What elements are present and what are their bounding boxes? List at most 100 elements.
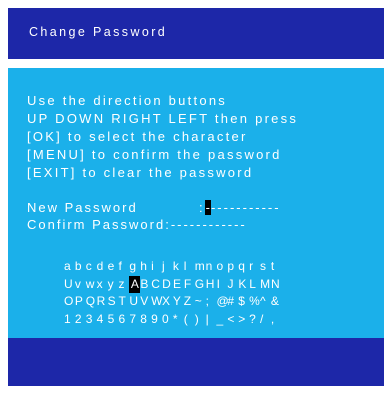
character-key[interactable]: Y — [173, 293, 184, 311]
instruction-line: [OK] to select the character — [27, 129, 248, 144]
character-key[interactable]: s — [260, 258, 271, 276]
new-password-field[interactable]: New Password:------------ — [27, 200, 281, 216]
character-key[interactable]: H — [206, 276, 217, 294]
character-key[interactable]: % — [249, 293, 260, 311]
character-key[interactable]: ^ — [260, 293, 271, 311]
character-key[interactable]: W — [151, 293, 162, 311]
character-key[interactable]: , — [271, 311, 282, 329]
character-key[interactable]: 4 — [97, 311, 108, 329]
new-password-placeholder: ----------- — [210, 200, 281, 215]
character-key[interactable]: 1 — [64, 311, 75, 329]
confirm-password-placeholder: ------------ — [170, 217, 247, 232]
character-key[interactable]: ~ — [195, 293, 206, 311]
character-key[interactable]: 7 — [129, 311, 140, 329]
character-key[interactable]: 0 — [162, 311, 173, 329]
character-key[interactable]: S — [108, 293, 119, 311]
selected-character[interactable]: A — [129, 275, 141, 293]
character-key[interactable]: U — [129, 293, 140, 311]
character-key[interactable]: N — [271, 276, 282, 294]
confirm-password-label: Confirm Password: — [27, 217, 171, 232]
character-key[interactable]: e — [108, 258, 119, 276]
osd-screen: Change Password Use the direction button… — [8, 8, 384, 386]
character-key[interactable]: I — [217, 276, 228, 294]
character-key[interactable]: m — [195, 258, 206, 276]
character-key[interactable]: > — [238, 311, 249, 329]
character-key[interactable]: ? — [249, 311, 260, 329]
character-key[interactable]: f — [118, 258, 129, 276]
character-key[interactable]: w — [86, 276, 97, 294]
character-key[interactable]: E — [173, 276, 184, 294]
character-key[interactable]: $ — [238, 293, 249, 311]
character-key[interactable]: l — [184, 258, 195, 276]
character-key[interactable]: ( — [184, 311, 195, 329]
character-key[interactable]: Q — [86, 293, 97, 311]
instruction-line: UP DOWN RIGHT LEFT then press — [27, 111, 299, 126]
character-key[interactable]: t — [271, 258, 282, 276]
character-key[interactable]: J — [227, 276, 238, 294]
character-key[interactable]: Z — [184, 293, 195, 311]
character-row: 1 2 3 4 5 6 7 8 9 0 *() | _ < >? /, — [64, 311, 282, 329]
instruction-line: [EXIT] to clear the password — [27, 165, 254, 180]
character-key[interactable]: U — [64, 276, 75, 294]
character-key[interactable]: p — [227, 258, 238, 276]
character-key[interactable]: V — [140, 293, 151, 311]
character-key[interactable]: 3 — [86, 311, 97, 329]
character-key[interactable]: v — [75, 276, 86, 294]
character-key[interactable]: b — [75, 258, 86, 276]
character-key[interactable]: & — [271, 293, 282, 311]
character-key[interactable]: h — [140, 258, 151, 276]
character-key[interactable]: g — [129, 258, 140, 276]
character-key[interactable]: # — [227, 293, 238, 311]
character-key[interactable]: 6 — [118, 311, 129, 329]
character-key[interactable]: c — [86, 258, 97, 276]
character-key[interactable]: _ — [216, 311, 227, 329]
character-key[interactable]: z — [118, 276, 129, 294]
character-key[interactable]: ; — [206, 293, 217, 311]
character-key[interactable]: D — [162, 276, 173, 294]
new-password-separator: : — [199, 200, 205, 215]
character-key[interactable]: T — [118, 293, 129, 311]
character-key[interactable]: P — [75, 293, 86, 311]
character-key[interactable]: @ — [216, 293, 228, 311]
character-key[interactable]: | — [206, 311, 217, 329]
confirm-password-field[interactable]: Confirm Password:------------ — [27, 217, 247, 233]
character-key[interactable]: j — [162, 258, 173, 276]
character-key[interactable]: x — [97, 276, 108, 294]
character-key[interactable]: y — [108, 276, 119, 294]
character-key[interactable]: 2 — [75, 311, 86, 329]
character-key[interactable]: / — [260, 311, 271, 329]
password-panel: Use the direction buttons UP DOWN RIGHT … — [8, 68, 384, 338]
title-bar: Change Password — [8, 8, 384, 59]
character-key[interactable]: G — [195, 276, 206, 294]
character-key[interactable]: ) — [195, 311, 206, 329]
character-key[interactable]: o — [216, 258, 227, 276]
character-key[interactable]: F — [184, 276, 195, 294]
character-key[interactable]: K — [238, 276, 249, 294]
instruction-line: Use the direction buttons — [27, 93, 228, 108]
character-key[interactable]: O — [64, 293, 75, 311]
character-key[interactable]: a — [64, 258, 75, 276]
character-key[interactable]: i — [151, 258, 162, 276]
character-row: a b c d e f g h i j k l mn o p q r s t — [64, 258, 282, 276]
character-key[interactable]: d — [97, 258, 108, 276]
page-title: Change Password — [29, 25, 168, 39]
character-key[interactable]: n — [206, 258, 217, 276]
character-key[interactable]: r — [249, 258, 260, 276]
bottom-bar — [8, 338, 384, 386]
character-key[interactable]: * — [173, 311, 184, 329]
character-key[interactable]: 8 — [140, 311, 151, 329]
character-key[interactable]: L — [249, 276, 260, 294]
character-key[interactable]: < — [227, 311, 238, 329]
character-key[interactable]: M — [260, 276, 271, 294]
character-grid: a b c d e f g h i j k l mn o p q r s t Uv w x y z A B C D E F G H I J K L MN… — [64, 258, 282, 328]
character-key[interactable]: X — [162, 293, 173, 311]
character-row: Uv w x y z A B C D E F G H I J K L MN — [64, 275, 282, 294]
character-key[interactable]: R — [97, 293, 108, 311]
character-key[interactable]: B — [140, 276, 151, 294]
character-key[interactable]: C — [151, 276, 162, 294]
character-key[interactable]: 9 — [151, 311, 162, 329]
character-key[interactable]: q — [238, 258, 249, 276]
character-key[interactable]: 5 — [108, 311, 119, 329]
character-key[interactable]: k — [173, 258, 184, 276]
instructions: Use the direction buttons UP DOWN RIGHT … — [27, 92, 298, 182]
